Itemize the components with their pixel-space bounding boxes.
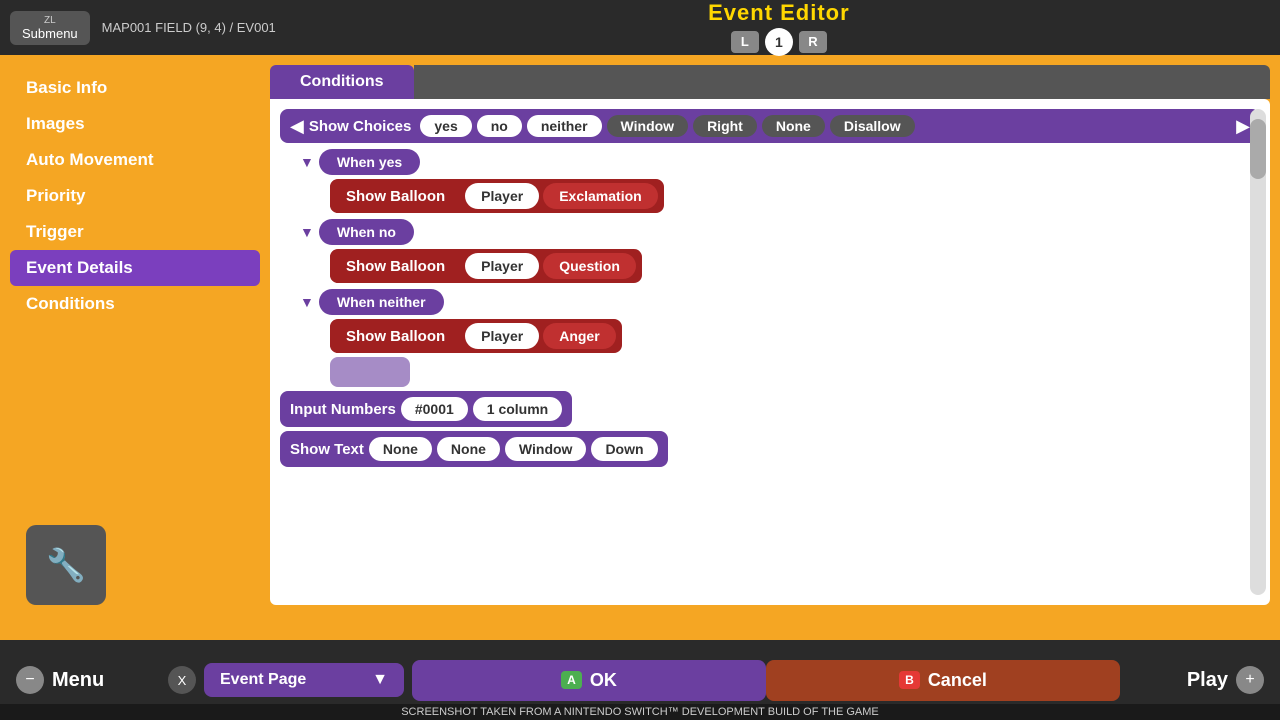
- submenu-button[interactable]: ZL Submenu: [10, 11, 90, 45]
- balloon-yes-target[interactable]: Player: [465, 183, 539, 209]
- a-badge: A: [561, 671, 582, 689]
- when-no-block: ▼ When no Show Balloon Player Question: [300, 219, 1260, 283]
- scrollbar[interactable]: [1250, 109, 1266, 595]
- bottom-bar: − Menu X Event Page ▼ A OK B Cancel Play…: [0, 640, 1280, 720]
- show-text-opt2[interactable]: None: [437, 437, 500, 461]
- when-yes-button[interactable]: When yes: [319, 149, 420, 175]
- event-page-label: Event Page: [220, 671, 306, 689]
- page-number: 1: [765, 28, 793, 56]
- balloon-yes-type[interactable]: Exclamation: [543, 183, 657, 209]
- add-icon-box: 🔧: [26, 525, 106, 605]
- menu-section: − Menu: [0, 666, 160, 694]
- expand-neither-arrow[interactable]: ▼: [300, 294, 314, 310]
- b-badge: B: [899, 671, 920, 689]
- right-panel: Conditions ◀ Show Choices yes no neither…: [270, 65, 1270, 605]
- page-left-button[interactable]: L: [731, 31, 759, 53]
- when-neither-label: ▼ When neither: [300, 289, 444, 315]
- show-text-opt4[interactable]: Down: [591, 437, 657, 461]
- scroll-thumb: [1250, 119, 1266, 179]
- cancel-label: Cancel: [928, 670, 987, 691]
- bottom-notice: SCREENSHOT TAKEN FROM A NINTENDO SWITCH™…: [0, 704, 1280, 720]
- show-balloon-no-label: Show Balloon: [330, 250, 461, 283]
- sidebar-item-trigger[interactable]: Trigger: [10, 214, 260, 250]
- when-no-button[interactable]: When no: [319, 219, 414, 245]
- choice-pill-no[interactable]: no: [477, 115, 522, 137]
- show-balloon-no-row: Show Balloon Player Question: [330, 249, 642, 283]
- conditions-tab-bar: Conditions: [270, 65, 1270, 99]
- zl-label: ZL: [44, 15, 56, 26]
- ok-button[interactable]: A OK: [412, 660, 766, 701]
- breadcrumb: MAP001 FIELD (9, 4) / EV001: [102, 20, 276, 35]
- plus-icon: 🔧: [46, 546, 86, 584]
- plus-circle-icon[interactable]: +: [1236, 666, 1264, 694]
- event-panel: ◀ Show Choices yes no neither Window Rig…: [270, 99, 1270, 605]
- event-page-dropdown[interactable]: Event Page ▼: [204, 663, 404, 697]
- show-text-opt1[interactable]: None: [369, 437, 432, 461]
- play-button[interactable]: Play: [1187, 669, 1228, 692]
- show-balloon-yes-label: Show Balloon: [330, 180, 461, 213]
- show-balloon-yes-row: Show Balloon Player Exclamation: [330, 179, 664, 213]
- title-area: Event Editor L 1 R: [288, 0, 1270, 56]
- show-text-label: Show Text: [290, 441, 364, 458]
- show-balloon-neither-label: Show Balloon: [330, 320, 461, 353]
- balloon-neither-target[interactable]: Player: [465, 323, 539, 349]
- sidebar-item-auto-movement[interactable]: Auto Movement: [10, 142, 260, 178]
- sidebar-item-basic-info[interactable]: Basic Info: [10, 70, 260, 106]
- show-balloon-neither-row: Show Balloon Player Anger: [330, 319, 622, 353]
- input-columns-pill[interactable]: 1 column: [473, 397, 562, 421]
- choices-nav-right[interactable]: ▶: [1236, 116, 1250, 137]
- balloon-neither-type[interactable]: Anger: [543, 323, 615, 349]
- choice-pill-neither[interactable]: neither: [527, 115, 602, 137]
- choice-pill-window[interactable]: Window: [607, 115, 689, 137]
- choice-pill-none[interactable]: None: [762, 115, 825, 137]
- page-nav: L 1 R: [288, 28, 1270, 56]
- page-right-button[interactable]: R: [799, 31, 827, 53]
- sidebar-item-priority[interactable]: Priority: [10, 178, 260, 214]
- tab-filler: [414, 65, 1270, 99]
- editor-title: Event Editor: [288, 0, 1270, 26]
- expand-yes-arrow[interactable]: ▼: [300, 154, 314, 170]
- choices-nav-left[interactable]: ◀: [290, 116, 304, 137]
- ok-label: OK: [590, 670, 617, 691]
- x-badge: X: [168, 666, 196, 694]
- balloon-no-type[interactable]: Question: [543, 253, 636, 279]
- when-neither-block: ▼ When neither Show Balloon Player Anger: [300, 289, 1260, 387]
- show-choices-label: Show Choices: [309, 118, 412, 135]
- expand-no-arrow[interactable]: ▼: [300, 224, 314, 240]
- when-neither-button[interactable]: When neither: [319, 289, 444, 315]
- dropdown-arrow-icon: ▼: [372, 671, 388, 689]
- show-choices-row: ◀ Show Choices yes no neither Window Rig…: [280, 109, 1260, 143]
- choice-pill-yes[interactable]: yes: [420, 115, 471, 137]
- menu-button[interactable]: Menu: [52, 669, 104, 692]
- minus-circle-icon[interactable]: −: [16, 666, 44, 694]
- sidebar: Basic Info Images Auto Movement Priority…: [10, 65, 260, 605]
- sidebar-item-event-details[interactable]: Event Details: [10, 250, 260, 286]
- event-page-section: X Event Page ▼: [160, 663, 412, 697]
- choice-pill-disallow[interactable]: Disallow: [830, 115, 915, 137]
- show-text-row: Show Text None None Window Down: [280, 431, 668, 467]
- play-section: Play +: [1120, 666, 1280, 694]
- when-yes-block: ▼ When yes Show Balloon Player Exclamati…: [300, 149, 1260, 213]
- top-bar: ZL Submenu MAP001 FIELD (9, 4) / EV001 E…: [0, 0, 1280, 55]
- cancel-button[interactable]: B Cancel: [766, 660, 1120, 701]
- balloon-no-target[interactable]: Player: [465, 253, 539, 279]
- when-no-label: ▼ When no: [300, 219, 414, 245]
- show-text-opt3[interactable]: Window: [505, 437, 587, 461]
- when-yes-label: ▼ When yes: [300, 149, 420, 175]
- sidebar-item-images[interactable]: Images: [10, 106, 260, 142]
- empty-block: [330, 357, 410, 387]
- choice-pill-right[interactable]: Right: [693, 115, 757, 137]
- conditions-tab[interactable]: Conditions: [270, 65, 414, 99]
- input-numbers-row: Input Numbers #0001 1 column: [280, 391, 572, 427]
- main-content: Basic Info Images Auto Movement Priority…: [0, 55, 1280, 615]
- input-numbers-label: Input Numbers: [290, 401, 396, 418]
- input-id-pill[interactable]: #0001: [401, 397, 468, 421]
- submenu-label: Submenu: [22, 26, 78, 41]
- sidebar-item-conditions[interactable]: Conditions: [10, 286, 260, 322]
